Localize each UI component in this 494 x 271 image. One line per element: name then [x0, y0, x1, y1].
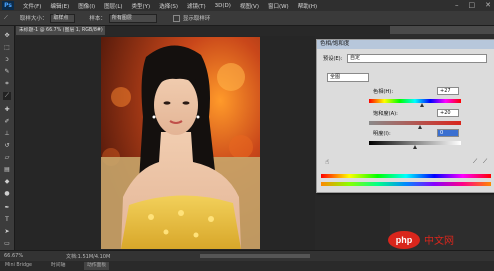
lightness-label: 明度(I):	[373, 131, 391, 137]
show-ring-checkbox[interactable]	[172, 14, 180, 22]
document-tab[interactable]: 未标题-1 @ 66.7% (图层 1, RGB/8#)	[16, 26, 105, 35]
menu-select[interactable]: 选择(S)	[159, 2, 178, 10]
gradient-tool-icon[interactable]: ▤	[3, 166, 11, 174]
tab-mini-bridge[interactable]: Mini Bridge	[2, 262, 35, 270]
maximize-icon[interactable]: □	[469, 1, 476, 9]
sample-dropdown[interactable]: 所有图层	[108, 13, 157, 23]
panel-header	[390, 26, 494, 34]
window-controls: – □ ✕	[455, 1, 491, 9]
crop-tool-icon[interactable]: ⌗	[3, 80, 11, 88]
menu-window[interactable]: 窗口(W)	[268, 2, 289, 10]
show-ring-label: 显示取样环	[182, 16, 211, 22]
saturation-label: 饱和度(A):	[373, 111, 398, 117]
eyedropper-icon[interactable]: ⟋	[473, 158, 477, 166]
photoshop-logo: Ps	[2, 1, 14, 10]
menu-bar: Ps 文件(F) 编辑(E) 图像(I) 图层(L) 类型(Y) 选择(S) 滤…	[0, 0, 494, 11]
menu-edit[interactable]: 编辑(E)	[50, 2, 69, 10]
minimize-icon[interactable]: –	[455, 1, 459, 9]
path-select-icon[interactable]: ➤	[3, 228, 11, 236]
sample-size-label: 取样大小：	[19, 16, 48, 22]
preset-label: 预设(E):	[323, 56, 343, 62]
hue-saturation-dialog: 色相/饱和度 预设(E): 自定 全图 色相(H): +27 饱和度(A): +…	[316, 39, 494, 193]
zoom-level[interactable]: 66.67%	[4, 253, 23, 259]
eyedropper-tool-icon[interactable]: ⟋	[3, 92, 11, 100]
input-color-bar	[321, 174, 491, 178]
history-brush-icon[interactable]: ↺	[3, 142, 11, 150]
move-tool-icon[interactable]: ✥	[3, 32, 11, 40]
menu-type[interactable]: 类型(Y)	[132, 2, 151, 10]
saturation-input[interactable]: +20	[437, 109, 459, 117]
type-tool-icon[interactable]: T	[3, 216, 11, 224]
eyedropper-add-icon[interactable]: ⟋	[483, 158, 487, 166]
bottom-panel-bar: Mini Bridge 时间轴 动作面板	[0, 261, 494, 271]
eraser-tool-icon[interactable]: ▱	[3, 154, 11, 162]
close-icon[interactable]: ✕	[485, 1, 491, 9]
tab-actions[interactable]: 动作面板	[84, 262, 110, 270]
doc-info: 文档:1.51M/4.10M	[66, 254, 111, 260]
preset-dropdown[interactable]: 自定	[347, 54, 487, 63]
svg-text:php: php	[396, 235, 413, 245]
horizontal-scrollbar[interactable]	[200, 254, 310, 258]
sample-size-dropdown[interactable]: 取样点	[50, 13, 76, 23]
hue-slider[interactable]	[369, 99, 461, 107]
menu-layer[interactable]: 图层(L)	[104, 2, 122, 10]
menu-filter[interactable]: 滤镜(T)	[187, 2, 206, 10]
saturation-slider[interactable]	[369, 121, 461, 129]
quick-select-tool-icon[interactable]: ✎	[3, 68, 11, 76]
menu-help[interactable]: 帮助(H)	[298, 2, 317, 10]
menu-image[interactable]: 图像(I)	[78, 2, 95, 10]
dialog-title: 色相/饱和度	[317, 40, 494, 49]
menu-view[interactable]: 视图(V)	[240, 2, 259, 10]
shape-tool-icon[interactable]: ▭	[3, 240, 11, 248]
pen-tool-icon[interactable]: ✒	[3, 204, 11, 212]
menu-3d[interactable]: 3D(D)	[215, 3, 231, 9]
tools-panel: ✥ ⬚ ↄ ✎ ⌗ ⟋ ✚ ✐ ⊥ ↺ ▱ ▤ ◆ ● ✒ T ➤ ▭ ✋	[0, 26, 15, 262]
channel-dropdown[interactable]: 全图	[327, 73, 369, 82]
menu-file[interactable]: 文件(F)	[23, 2, 41, 10]
sample-label: 样本：	[89, 16, 106, 22]
svg-text:中文网: 中文网	[424, 234, 454, 247]
hue-input[interactable]: +27	[437, 87, 459, 95]
marquee-tool-icon[interactable]: ⬚	[3, 44, 11, 52]
target-adjust-icon[interactable]: ☝	[325, 158, 329, 166]
tab-timeline[interactable]: 时间轴	[48, 262, 68, 270]
lasso-tool-icon[interactable]: ↄ	[3, 56, 11, 64]
lightness-input[interactable]: 0	[437, 129, 459, 137]
dodge-tool-icon[interactable]: ●	[3, 190, 11, 198]
stamp-tool-icon[interactable]: ⊥	[3, 130, 11, 138]
hue-slider-thumb[interactable]	[420, 103, 425, 107]
blur-tool-icon[interactable]: ◆	[3, 178, 11, 186]
eyedropper-tool-icon[interactable]: ⟋	[4, 15, 8, 22]
canvas-photo[interactable]	[101, 37, 260, 249]
healing-tool-icon[interactable]: ✚	[3, 106, 11, 114]
lightness-slider[interactable]	[369, 141, 461, 149]
php-watermark-logo: php 中文网	[386, 228, 486, 252]
saturation-slider-thumb[interactable]	[417, 125, 422, 129]
brush-tool-icon[interactable]: ✐	[3, 118, 11, 126]
output-color-bar	[321, 182, 491, 186]
hue-label: 色相(H):	[373, 89, 394, 95]
lightness-slider-thumb[interactable]	[413, 145, 417, 149]
portrait-image	[101, 37, 260, 249]
options-bar: ⟋ 取样大小： 取样点 样本： 所有图层 显示取样环	[0, 11, 494, 26]
